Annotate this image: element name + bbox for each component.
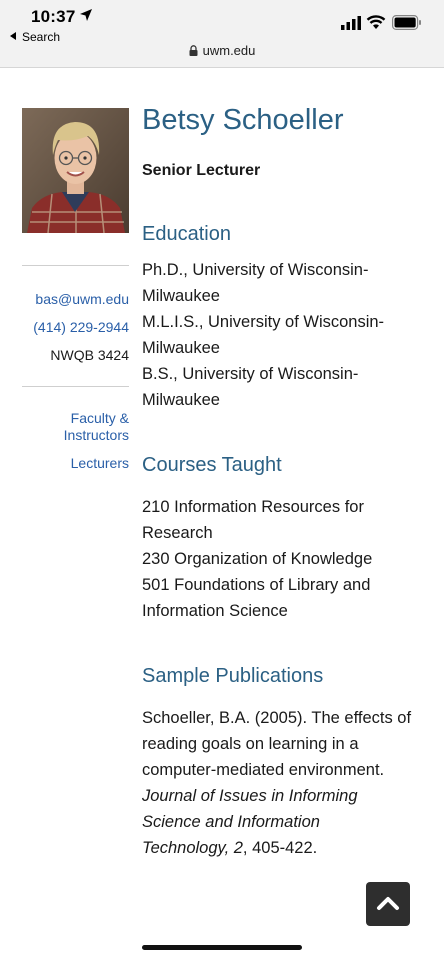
citation-journal-volume: Technology, 2 <box>142 838 243 857</box>
sidebar-divider <box>22 386 129 387</box>
job-title: Senior Lecturer <box>142 161 261 179</box>
back-arrow-icon <box>10 32 16 40</box>
education-line: M.L.I.S., University of Wisconsin- <box>142 312 385 331</box>
lock-icon <box>189 45 198 56</box>
course-line: 501 Foundations of Library and <box>142 575 371 594</box>
back-to-search-button[interactable]: Search <box>10 30 60 44</box>
education-line: Milwaukee <box>142 338 220 357</box>
nav-lecturers[interactable]: Lecturers <box>71 455 129 471</box>
course-line: 230 Organization of Knowledge <box>142 549 373 568</box>
publications-heading: Sample Publications <box>142 664 324 687</box>
chevron-up-icon <box>377 897 399 910</box>
course-line: Research <box>142 523 213 542</box>
url-bar[interactable]: uwm.edu <box>0 43 444 58</box>
office-location: NWQB 3424 <box>50 347 129 363</box>
battery-icon <box>392 15 421 30</box>
profile-main: Betsy Schoeller Senior Lecturer Educatio… <box>142 100 432 861</box>
phone-link[interactable]: (414) 229-2944 <box>33 319 129 335</box>
status-time: 10:37 <box>31 7 76 26</box>
citation-journal-line: Science and Information <box>142 812 320 831</box>
citation-line: computer-mediated environment. <box>142 760 385 779</box>
wifi-icon <box>366 15 386 29</box>
location-arrow-icon <box>80 9 92 21</box>
profile-photo <box>22 108 129 233</box>
nav-faculty-instructors[interactable]: Faculty & Instructors <box>29 410 129 444</box>
courses-list: 210 Information Resources for Research 2… <box>142 494 432 624</box>
citation-pages: , 405-422. <box>242 838 318 857</box>
back-to-top-button[interactable] <box>366 882 410 926</box>
course-line: Information Science <box>142 601 288 620</box>
back-app-label: Search <box>22 30 61 44</box>
citation-journal-line: Technology, 2, 405-422. <box>142 835 432 861</box>
education-line: Milwaukee <box>142 286 220 305</box>
citation-journal-line: Journal of Issues in Informing <box>142 786 358 805</box>
education-heading: Education <box>142 222 231 245</box>
citation-line: reading goals on learning in a <box>142 734 359 753</box>
education-list: Ph.D., University of Wisconsin- Milwauke… <box>142 257 432 413</box>
courses-heading: Courses Taught <box>142 453 282 476</box>
sidebar-divider <box>22 265 129 266</box>
education-line: Ph.D., University of Wisconsin- <box>142 260 369 279</box>
education-line: B.S., University of Wisconsin- <box>142 364 359 383</box>
url-domain: uwm.edu <box>202 43 256 58</box>
education-line: Milwaukee <box>142 390 220 409</box>
email-link[interactable]: bas@uwm.edu <box>35 291 129 307</box>
page-title: Betsy Schoeller <box>142 104 344 136</box>
citation-line: Schoeller, B.A. (2005). The effects of <box>142 708 412 727</box>
publication-citation: Schoeller, B.A. (2005). The effects of r… <box>142 705 432 861</box>
home-indicator[interactable] <box>142 945 302 950</box>
signal-icon <box>341 16 361 30</box>
browser-top-bar: 10:37 Search uwm.edu <box>0 0 444 68</box>
course-line: 210 Information Resources for <box>142 497 364 516</box>
